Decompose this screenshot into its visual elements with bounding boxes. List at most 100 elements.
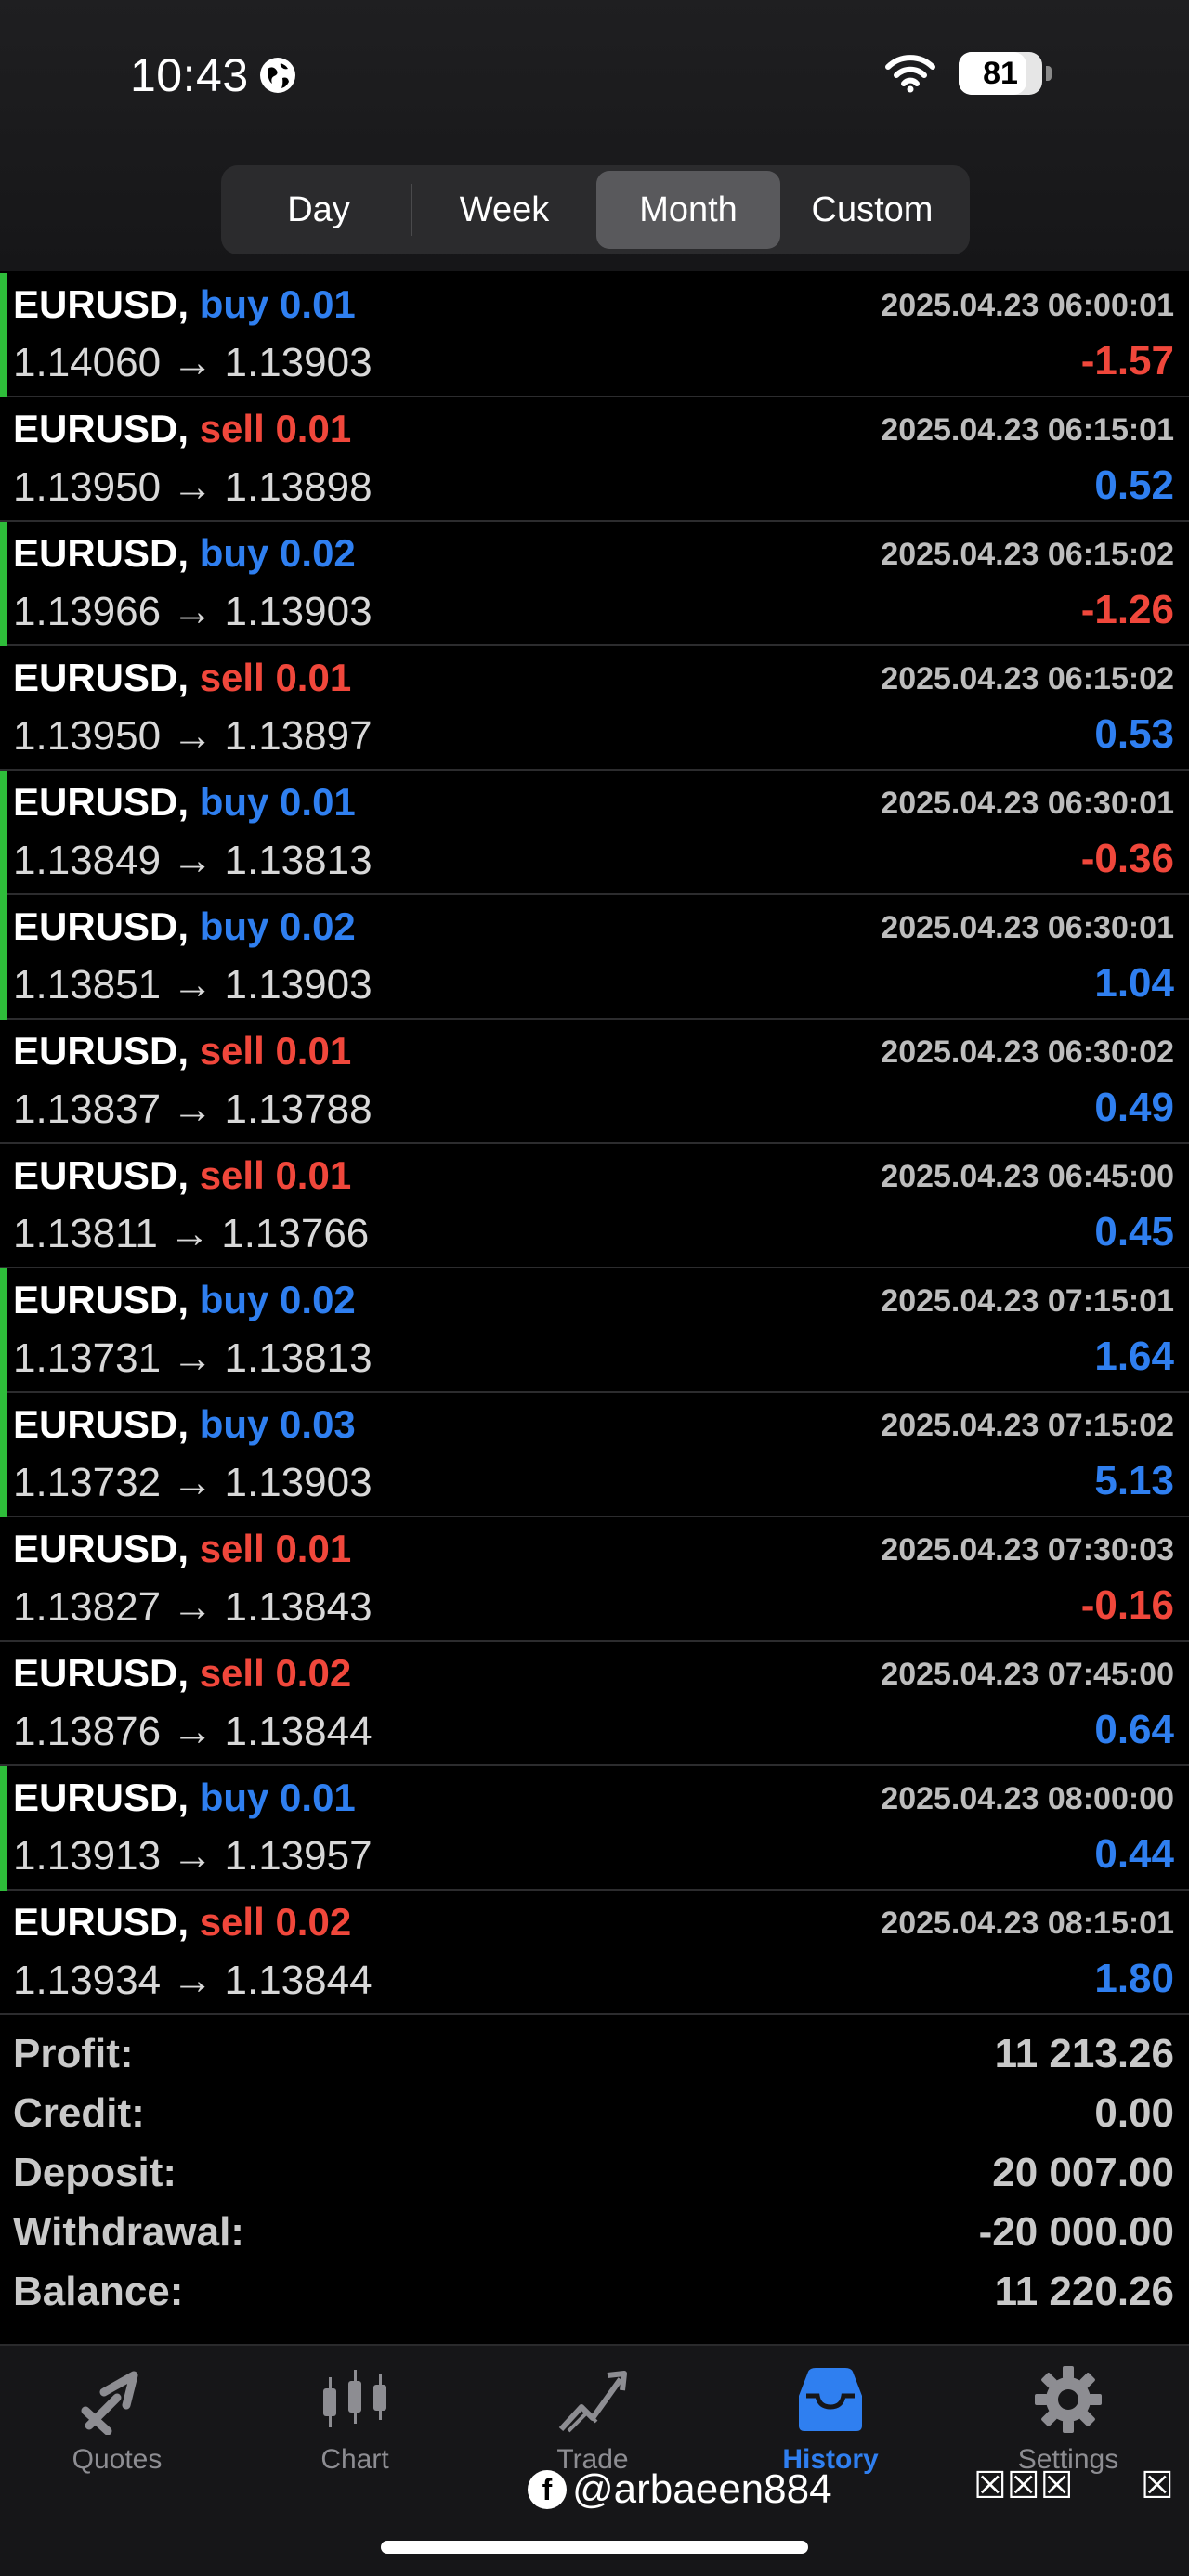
history-summary: Profit: 11 213.26 Credit: 0.00 Deposit: 20 00… (0, 2024, 1189, 2322)
deal-volume: 0.01 (280, 282, 356, 326)
deal-side: sell 0.02 (200, 1651, 351, 1695)
deal-row[interactable]: EURUSD, buy 0.03 1.13732 → 1.13903 2025.04… (0, 1393, 1189, 1517)
deal-side: sell 0.01 (200, 1527, 351, 1570)
tab-bar: Quotes Chart Trade History Settings f @a… (0, 2344, 1189, 2576)
tab-chart-label: Chart (320, 2444, 389, 2475)
deal-symbol: EURUSD, (13, 780, 189, 824)
deal-prices: 1.13731 → 1.13813 (13, 1335, 372, 1381)
deal-volume: 0.02 (280, 1278, 356, 1321)
deal-prices: 1.13849 → 1.13813 (13, 838, 372, 883)
deal-symbol: EURUSD, (13, 1029, 189, 1073)
deal-volume: 0.03 (280, 1402, 356, 1446)
deal-title: EURUSD, sell 0.01 (13, 656, 351, 700)
deal-side: buy 0.02 (200, 531, 356, 575)
deal-volume: 0.02 (275, 1651, 352, 1695)
deal-profit: -0.36 (1080, 836, 1174, 881)
deal-side-label: buy (199, 904, 269, 948)
deal-profit: 0.52 (1094, 462, 1174, 508)
tab-history[interactable]: History (738, 2364, 923, 2476)
deal-row[interactable]: EURUSD, buy 0.01 1.13913 → 1.13957 2025.04… (0, 1766, 1189, 1891)
deal-title: EURUSD, buy 0.02 (13, 531, 356, 576)
deal-symbol: EURUSD, (13, 1776, 189, 1819)
deal-side-label: buy (199, 282, 269, 326)
watermark-handle: @arbaeen884 (572, 2466, 832, 2512)
globe-icon (259, 58, 295, 93)
deal-symbol: EURUSD, (13, 531, 189, 575)
deal-symbol: EURUSD, (13, 282, 189, 326)
deal-prices: 1.13851 → 1.13903 (13, 962, 372, 1008)
period-selector: Day Week Month Custom (221, 165, 970, 254)
facebook-icon: f (528, 2470, 567, 2509)
segment-month[interactable]: Month (596, 171, 780, 249)
deal-row[interactable]: EURUSD, sell 0.01 1.13950 → 1.13898 2025.0… (0, 397, 1189, 522)
deal-row[interactable]: EURUSD, sell 0.01 1.13950 → 1.13897 2025.0… (0, 646, 1189, 771)
deal-row[interactable]: EURUSD, sell 0.01 1.13837 → 1.13788 2025.0… (0, 1020, 1189, 1144)
deal-profit: 1.64 (1094, 1334, 1174, 1379)
status-time-text: 10:43 (130, 49, 249, 101)
deal-prices: 1.14060 → 1.13903 (13, 340, 372, 385)
segment-custom[interactable]: Custom (780, 171, 964, 249)
deal-profit: 0.53 (1094, 711, 1174, 757)
watermark-boxes: ☒☒☒ (973, 2465, 1074, 2506)
deal-side: sell 0.02 (200, 1900, 351, 1944)
deal-title: EURUSD, sell 0.01 (13, 407, 351, 451)
deal-side-label: sell (199, 1900, 265, 1944)
deal-row[interactable]: EURUSD, buy 0.02 1.13851 → 1.13903 2025.04… (0, 895, 1189, 1020)
summary-label: Profit: (13, 2031, 134, 2076)
deal-time: 2025.04.23 06:15:02 (881, 537, 1174, 572)
deal-side-label: buy (199, 531, 269, 575)
deal-prices: 1.13732 → 1.13903 (13, 1460, 372, 1505)
battery-cap (1046, 66, 1052, 81)
summary-value: 11 220.26 (994, 2269, 1174, 2314)
deal-symbol: EURUSD, (13, 1527, 189, 1570)
deal-symbol: EURUSD, (13, 1402, 189, 1446)
summary-label: Balance: (13, 2269, 184, 2314)
deal-profit: 1.80 (1094, 1956, 1174, 2001)
deal-row[interactable]: EURUSD, sell 0.01 1.13811 → 1.13766 2025.0… (0, 1144, 1189, 1268)
deal-time: 2025.04.23 08:00:00 (881, 1781, 1174, 1816)
tab-chart[interactable]: Chart (262, 2364, 448, 2476)
tab-settings[interactable]: Settings (975, 2364, 1161, 2476)
tab-trade[interactable]: Trade (500, 2364, 686, 2476)
deal-time: 2025.04.23 06:45:00 (881, 1159, 1174, 1194)
deal-side-label: buy (199, 1278, 269, 1321)
deal-row[interactable]: EURUSD, sell 0.02 1.13876 → 1.13844 2025.0… (0, 1642, 1189, 1766)
deal-prices: 1.13811 → 1.13766 (13, 1211, 370, 1256)
deal-row[interactable]: EURUSD, sell 0.01 1.13827 → 1.13843 2025.0… (0, 1517, 1189, 1642)
deal-title: EURUSD, buy 0.03 (13, 1402, 356, 1447)
top-header: 10:43 81 Day Week Month Custom (0, 0, 1189, 271)
deal-list: EURUSD, buy 0.01 1.14060 → 1.13903 2025.04… (0, 273, 1189, 2015)
deal-side: sell 0.01 (200, 1029, 351, 1073)
segment-day[interactable]: Day (227, 171, 411, 249)
deal-side: buy 0.03 (200, 1402, 356, 1446)
deal-time: 2025.04.23 06:15:01 (881, 412, 1174, 448)
summary-row: Deposit: 20 007.00 (0, 2143, 1189, 2203)
summary-label: Credit: (13, 2090, 145, 2136)
deal-row[interactable]: EURUSD, buy 0.01 1.13849 → 1.13813 2025.04… (0, 771, 1189, 895)
deal-side-label: sell (199, 1651, 265, 1695)
tab-quotes[interactable]: Quotes (24, 2364, 210, 2476)
deal-side: sell 0.01 (200, 407, 351, 450)
summary-value: 11 213.26 (994, 2031, 1174, 2076)
battery-percent: 81 (983, 55, 1018, 91)
deal-row[interactable]: EURUSD, sell 0.02 1.13934 → 1.13844 2025.0… (0, 1891, 1189, 2015)
deal-prices: 1.13913 → 1.13957 (13, 1833, 372, 1879)
deal-prices: 1.13827 → 1.13843 (13, 1584, 372, 1630)
deal-volume: 0.02 (280, 904, 356, 948)
deal-side: buy 0.02 (200, 904, 356, 948)
deal-row[interactable]: EURUSD, buy 0.02 1.13966 → 1.13903 2025.04… (0, 522, 1189, 646)
deal-side-label: sell (199, 1029, 265, 1073)
deal-row[interactable]: EURUSD, buy 0.02 1.13731 → 1.13813 2025.04… (0, 1268, 1189, 1393)
deal-volume: 0.01 (275, 656, 352, 699)
deal-volume: 0.02 (275, 1900, 352, 1944)
history-icon (799, 2368, 862, 2431)
segment-week[interactable]: Week (412, 171, 596, 249)
deal-side-label: sell (199, 407, 265, 450)
deal-side-label: sell (199, 656, 265, 699)
deal-symbol: EURUSD, (13, 1153, 189, 1197)
deal-time: 2025.04.23 06:30:01 (881, 910, 1174, 945)
summary-row: Profit: 11 213.26 (0, 2024, 1189, 2084)
deal-row[interactable]: EURUSD, buy 0.01 1.14060 → 1.13903 2025.04… (0, 273, 1189, 397)
deal-time: 2025.04.23 06:00:01 (881, 288, 1174, 323)
deal-side-label: buy (199, 780, 269, 824)
